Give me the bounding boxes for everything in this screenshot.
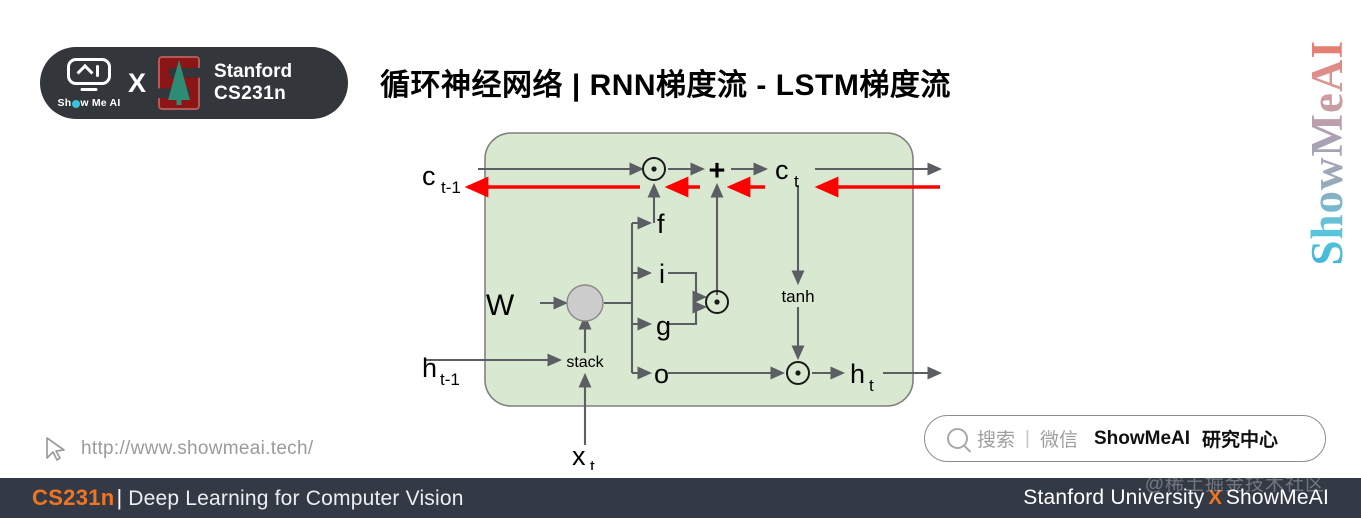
site-url-row: http://www.showmeai.tech/ [44, 436, 313, 462]
footer-university: Stanford University [1023, 486, 1205, 509]
footer-left-group: CS231n | Deep Learning for Computer Visi… [32, 485, 464, 511]
stanford-tree-trunk [176, 95, 182, 105]
footer-course-title: Deep Learning for Computer Vision [128, 487, 464, 510]
label-h-t: h [850, 359, 865, 389]
logo-text-post: w Me AI [80, 96, 121, 109]
label-c-t-subscript: t [794, 172, 799, 191]
search-placeholder: 搜索 [977, 430, 1016, 451]
vertical-brand-wordmark: ShowMeAI [1299, 28, 1355, 278]
label-h-prev-subscript: t-1 [440, 370, 460, 389]
label-tanh: tanh [781, 287, 814, 306]
label-gate-i: i [659, 259, 665, 289]
label-gate-g: g [656, 311, 671, 341]
caret-icon [76, 63, 94, 81]
footer-pipe: | [116, 485, 123, 510]
label-x-t: x [572, 441, 586, 470]
search-divider: | [1025, 427, 1030, 449]
showmeai-logo: Sh w Me AI [58, 57, 121, 109]
footer-course-code: CS231n [32, 485, 115, 510]
stanford-label: Stanford CS231n [214, 61, 292, 106]
site-url-text[interactable]: http://www.showmeai.tech/ [81, 438, 313, 460]
footer-right-group: Stanford University X ShowMeAI [1023, 486, 1329, 510]
label-plus: + [709, 155, 726, 187]
badge-x-separator: X [128, 67, 147, 98]
vertical-brand-text: ShowMeAI [1302, 40, 1352, 266]
page-title: 循环神经网络 | RNN梯度流 - LSTM梯度流 [380, 69, 951, 102]
footer-bar: CS231n | Deep Learning for Computer Visi… [0, 478, 1361, 518]
label-x-t-subscript: t [590, 457, 595, 470]
lstm-cell-body [484, 132, 914, 407]
label-c-t: c [775, 155, 789, 185]
label-h-prev: h [422, 353, 437, 383]
slide-canvas: Sh w Me AI X Stanford CS231n 循环神经网络 | RNN… [0, 0, 1361, 518]
label-c-prev-subscript: t-1 [441, 178, 461, 197]
logo-dot-icon [71, 99, 80, 108]
search-channel: 微信 [1039, 430, 1078, 451]
logo-text-pre: Sh [57, 96, 72, 109]
footer-partner: ShowMeAI [1225, 486, 1329, 509]
brand-badge: Sh w Me AI X Stanford CS231n [40, 47, 348, 119]
weight-multiply-node [566, 284, 604, 322]
search-brand: ShowMeAI [1093, 427, 1191, 449]
label-stack: stack [566, 354, 604, 371]
footer-x-separator: X [1208, 487, 1222, 509]
bar-icon [96, 65, 99, 77]
label-weight: W [486, 289, 515, 322]
label-gate-o: o [654, 359, 669, 389]
stanford-line-1: Stanford [214, 60, 293, 82]
lstm-gradient-flow-diagram: c t-1 h t-1 x t c t h t W + f i g o tanh… [400, 125, 960, 470]
label-h-t-subscript: t [869, 376, 874, 395]
stanford-logo-icon [158, 56, 201, 110]
showmeai-logo-text: Sh w Me AI [58, 97, 121, 109]
search-icon [947, 428, 968, 449]
monitor-icon [67, 57, 111, 91]
label-c-prev: c [422, 161, 436, 191]
wechat-search-pill[interactable]: 搜索 | 微信 ShowMeAI 研究中心 [924, 415, 1326, 462]
cursor-arrow-icon [46, 437, 65, 461]
stanford-line-2: CS231n [214, 83, 287, 104]
search-brand-suffix: 研究中心 [1202, 430, 1279, 451]
stanford-tree-icon [168, 60, 191, 100]
label-gate-f: f [657, 209, 665, 239]
monitor-stand-icon [80, 87, 98, 91]
